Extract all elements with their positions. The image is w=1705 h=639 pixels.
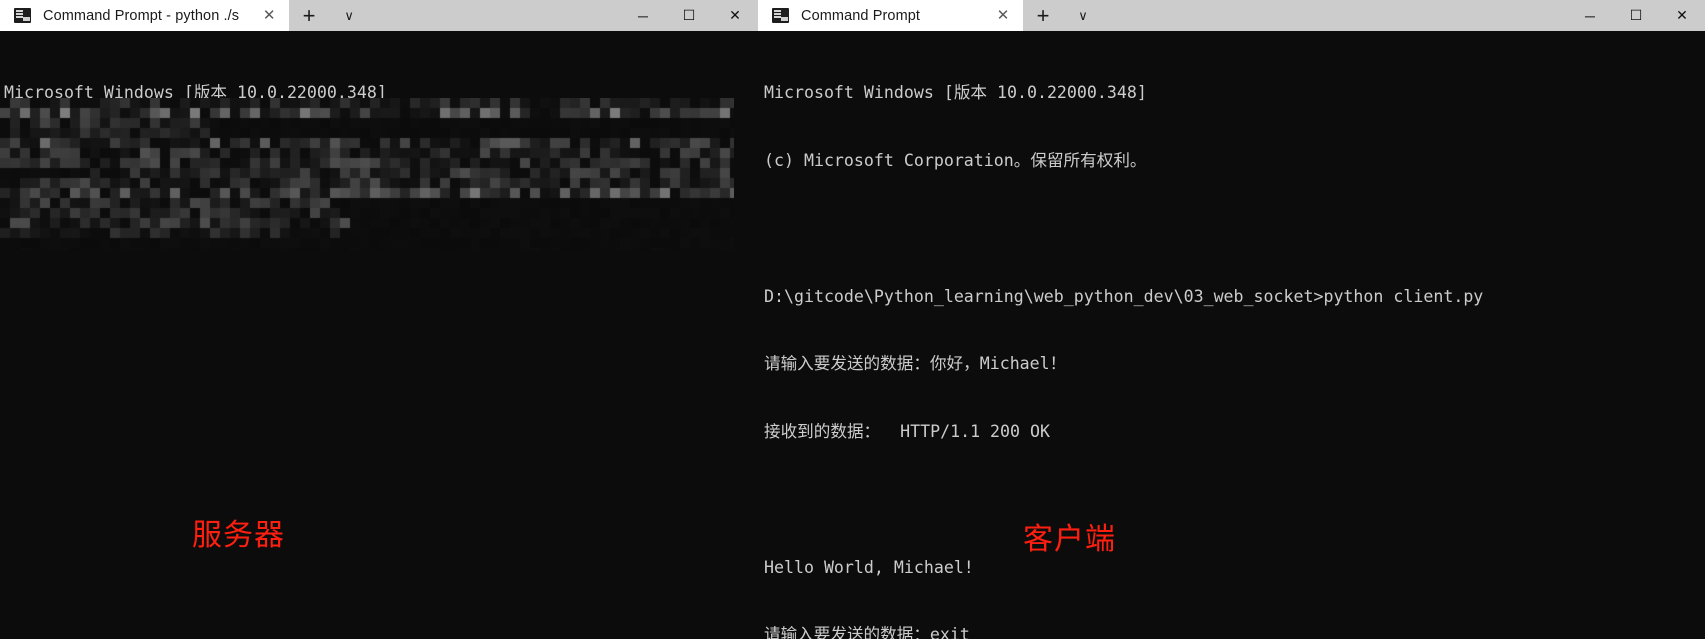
terminal-line: Hello World, Michael! [764,557,974,577]
right-window-controls: ─ ☐ ✕ [1567,0,1705,31]
server-terminal-window: Command Prompt - python ./s ✕ + ∨ ─ ☐ ✕ … [0,0,758,639]
terminal-line: 请输入要发送的数据：你好，Michael！ [764,354,1067,374]
right-tab-title: Command Prompt [801,7,921,24]
left-close-button[interactable]: ✕ [712,0,758,31]
left-tab-title: Command Prompt - python ./s [43,7,240,24]
server-annotation-label: 服务器 [192,519,285,552]
left-tab-close-icon[interactable]: ✕ [255,2,283,30]
terminal-line: 接收到的数据： HTTP/1.1 200 OK [764,422,1050,442]
left-window-controls: ─ ☐ ✕ [620,0,758,31]
right-titlebar-drag-area[interactable] [1103,0,1567,31]
redacted-spacer [4,444,758,467]
client-terminal-output[interactable]: Microsoft Windows [版本 10.0.22000.348] (c… [758,31,1705,639]
left-tab-strip: + ∨ ─ ☐ ✕ [289,0,758,31]
redacted-mosaic-block [0,98,734,250]
terminal-line: D:\gitcode\Python_learning\web_python_de… [764,286,1484,306]
client-annotation-label: 客户端 [1023,523,1116,556]
left-new-tab-button[interactable]: + [289,0,329,31]
console-icon [14,8,31,23]
redacted-spacer [4,579,758,602]
right-close-button[interactable]: ✕ [1659,0,1705,31]
client-terminal-window: Command Prompt ✕ + ∨ ─ ☐ ✕ Microsoft Win… [758,0,1705,639]
redacted-spacer [4,511,758,534]
terminal-line: (c) Microsoft Corporation。保留所有权利。 [764,150,1147,170]
right-tab-command-prompt[interactable]: Command Prompt ✕ [758,0,1023,31]
right-new-tab-button[interactable]: + [1023,0,1063,31]
left-tab-command-prompt[interactable]: Command Prompt - python ./s ✕ [0,0,290,31]
right-minimize-button[interactable]: ─ [1567,0,1613,31]
left-maximize-button[interactable]: ☐ [666,0,712,31]
redacted-spacer [4,376,758,399]
left-minimize-button[interactable]: ─ [620,0,666,31]
terminal-line: Microsoft Windows [版本 10.0.22000.348] [764,83,1147,103]
right-chevron-down-icon[interactable]: ∨ [1063,0,1103,31]
right-title-bar: Command Prompt ✕ + ∨ ─ ☐ ✕ [758,0,1705,31]
right-maximize-button[interactable]: ☐ [1613,0,1659,31]
dual-terminal-screenshot: Command Prompt - python ./s ✕ + ∨ ─ ☐ ✕ … [0,0,1705,639]
left-chevron-down-icon[interactable]: ∨ [329,0,369,31]
terminal-line: 请输入要发送的数据：exit [764,625,970,639]
right-tab-close-icon[interactable]: ✕ [989,2,1017,30]
redacted-spacer [4,308,758,331]
left-title-bar: Command Prompt - python ./s ✕ + ∨ ─ ☐ ✕ [0,0,758,31]
console-icon [772,8,789,23]
